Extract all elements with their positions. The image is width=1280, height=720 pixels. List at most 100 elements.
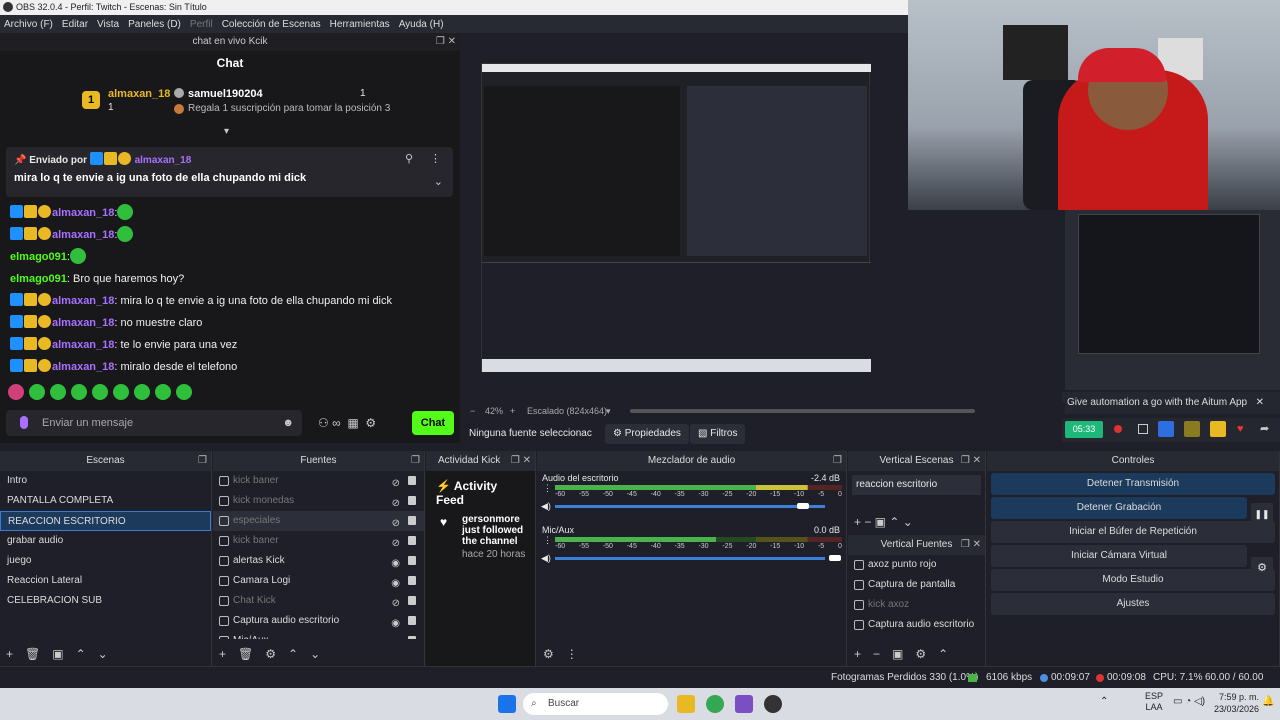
emote-icon[interactable] <box>92 384 108 400</box>
vsource-settings-icon[interactable]: ⚙ <box>915 647 926 661</box>
emote-icon[interactable] <box>29 384 45 400</box>
taskbar-search[interactable]: ⌕ Buscar <box>523 693 668 715</box>
dock-float-close-icons[interactable]: ❐ ✕ <box>961 535 981 555</box>
chrome-icon[interactable] <box>706 695 724 713</box>
remove-source-icon[interactable]: 🗑 <box>238 647 253 661</box>
vsource-item[interactable]: Captura de pantalla <box>848 575 985 595</box>
lock-icon[interactable] <box>408 576 416 585</box>
chat-username[interactable]: almaxan_18 <box>52 317 114 329</box>
remove-scene-icon[interactable]: 🗑 <box>25 647 40 661</box>
volume-slider[interactable] <box>555 505 825 508</box>
move-down-icon[interactable]: ⌄ <box>98 647 108 661</box>
share-icon[interactable]: ➦ <box>1260 422 1269 435</box>
zoom-mode[interactable]: Escalado (824x464) <box>527 403 607 419</box>
preview-canvas[interactable] <box>481 63 871 372</box>
control-button[interactable]: Modo Estudio <box>991 569 1275 591</box>
remove-vsource-icon[interactable]: − <box>873 647 880 661</box>
emote-icon[interactable] <box>71 384 87 400</box>
sync-icon[interactable] <box>1158 421 1174 437</box>
app-icon[interactable] <box>735 695 753 713</box>
scene-filter-icon[interactable]: ▣ <box>52 647 63 661</box>
language-indicator[interactable]: ESP LAA <box>1145 691 1163 713</box>
mixer-settings-icon[interactable]: ⚙ <box>543 647 554 661</box>
clock[interactable]: 7:59 p. m. 23/03/2026 <box>1214 691 1259 715</box>
record-dot-icon[interactable] <box>1114 425 1122 433</box>
volume-slider-knob[interactable] <box>797 503 809 509</box>
menu-herramientas[interactable]: Herramientas <box>330 19 390 30</box>
aitum-timer[interactable]: 05:33 <box>1065 421 1103 438</box>
properties-button[interactable]: ⚙ Propiedades <box>605 424 689 444</box>
vscenes-toolbar[interactable]: + − ▣ ⌃ ⌄ <box>854 515 913 529</box>
dock-float-close-icons[interactable]: ❐ ✕ <box>436 33 456 51</box>
add-scene-icon[interactable]: + <box>6 647 13 661</box>
chat-username[interactable]: almaxan_18 <box>52 207 114 219</box>
source-item[interactable]: Mic/Aux ◉ <box>213 631 424 639</box>
tray-chevron-icon[interactable]: ⌃ <box>1100 696 1108 707</box>
chat-username[interactable]: almaxan_18 <box>52 295 114 307</box>
add-source-icon[interactable]: + <box>219 647 226 661</box>
control-button[interactable]: Iniciar Cámara Virtual <box>991 545 1247 567</box>
lock-icon[interactable] <box>408 636 416 639</box>
emote-icon[interactable] <box>8 384 24 400</box>
speaker-icon[interactable]: ◀) <box>541 553 551 564</box>
emote-icon[interactable] <box>113 384 129 400</box>
menu-editar[interactable]: Editar <box>62 19 88 30</box>
dock-float-icon[interactable]: ❐ <box>833 451 842 471</box>
zoom-in-icon[interactable]: + <box>510 403 515 419</box>
emote-icon[interactable] <box>155 384 171 400</box>
scene-item[interactable]: PANTALLA COMPLETA <box>0 491 211 511</box>
menu-ayuda[interactable]: Ayuda (H) <box>399 19 444 30</box>
speaker-icon[interactable]: ◀) <box>541 501 551 512</box>
vsource-filter-icon[interactable]: ▣ <box>892 647 903 661</box>
scene-item[interactable]: CELEBRACION SUB <box>0 591 211 611</box>
vsource-item[interactable]: kick axoz <box>848 595 985 615</box>
collapse-chevron-icon[interactable]: ⌄ <box>434 175 443 188</box>
scene-item[interactable]: Reaccion Lateral <box>0 571 211 591</box>
notification-icon[interactable]: 🔔 <box>1262 696 1274 707</box>
lock-icon[interactable] <box>408 496 416 505</box>
vsource-item[interactable]: axoz punto rojo <box>848 555 985 575</box>
source-item[interactable]: especiales ⊘ <box>213 511 424 531</box>
pinned-user[interactable]: almaxan_18 <box>135 155 192 166</box>
horizontal-scrollbar[interactable] <box>630 409 975 413</box>
source-item[interactable]: Captura audio escritorio ◉ <box>213 611 424 631</box>
unpin-icon[interactable]: ⚲ <box>405 152 413 165</box>
menu-vista[interactable]: Vista <box>97 19 119 30</box>
zoom-dropdown-icon[interactable]: ▾ <box>606 403 611 419</box>
control-button[interactable]: Ajustes <box>991 593 1275 615</box>
chat-username[interactable]: almaxan_18 <box>52 339 114 351</box>
volume-slider-knob[interactable] <box>829 555 841 561</box>
pause-recording-button[interactable]: ❚❚ <box>1251 503 1273 525</box>
mic-icon[interactable] <box>20 416 28 429</box>
control-button[interactable]: Detener Grabación <box>991 497 1247 519</box>
dock-float-icon[interactable]: ❐ <box>411 451 420 471</box>
start-icon[interactable] <box>498 695 516 713</box>
chat-username[interactable]: elmago091 <box>10 251 67 263</box>
top1-user[interactable]: almaxan_18 <box>108 88 170 100</box>
eye-icon[interactable]: ◉ <box>391 634 400 639</box>
menu-paneles[interactable]: Paneles (D) <box>128 19 181 30</box>
dock-float-close-icons[interactable]: ❐ ✕ <box>961 451 981 471</box>
lock-icon[interactable] <box>408 516 416 525</box>
zoom-out-icon[interactable]: − <box>470 403 475 419</box>
emote-icon[interactable] <box>176 384 192 400</box>
vsource-item[interactable]: Captura audio escritorio <box>848 615 985 635</box>
chat-tools-icons[interactable]: ⚇ ∞ ▦ ⚙ <box>318 416 376 430</box>
source-item[interactable]: kick baner ⊘ <box>213 471 424 491</box>
filters-button[interactable]: ▧ Filtros <box>690 424 746 444</box>
source-up-icon[interactable]: ⌃ <box>288 647 298 661</box>
chat-input[interactable]: Enviar un mensaje ☻ <box>6 410 302 436</box>
chat-username[interactable]: elmago091 <box>10 273 67 285</box>
scene-item[interactable]: juego <box>0 551 211 571</box>
source-item[interactable]: alertas Kick ◉ <box>213 551 424 571</box>
dock-float-close-icons[interactable]: ❐ ✕ <box>511 451 531 471</box>
virtual-camera-settings-icon[interactable]: ⚙ <box>1251 557 1273 579</box>
menu-perfil[interactable]: Perfil <box>190 19 213 30</box>
emoji-icon[interactable]: ☻ <box>282 410 294 436</box>
expand-leaderboard-icon[interactable]: ▾ <box>224 126 229 137</box>
menu-archivo[interactable]: Archivo (F) <box>4 19 53 30</box>
volume-slider[interactable] <box>555 557 825 560</box>
add-vsource-icon[interactable]: + <box>854 647 861 661</box>
source-down-icon[interactable]: ⌄ <box>310 647 320 661</box>
scene-item[interactable]: Intro <box>0 471 211 491</box>
